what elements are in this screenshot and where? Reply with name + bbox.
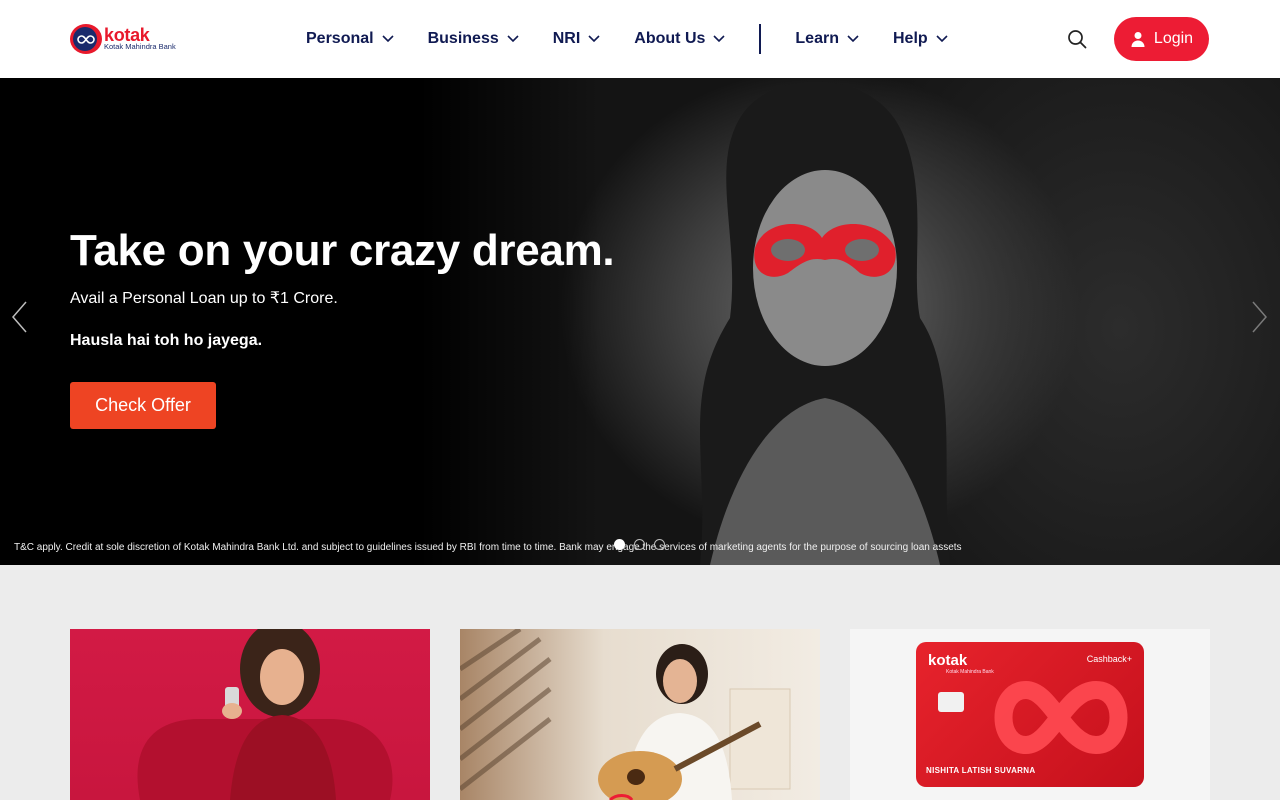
nav-business-label: Business: [427, 30, 499, 47]
infinity-graphic-icon: [994, 680, 1128, 755]
main-nav: Personal Business NRI About Us Learn Hel…: [306, 0, 982, 78]
chevron-down-icon: [847, 35, 859, 43]
hero-disclaimer: T&C apply. Credit at sole discretion of …: [14, 542, 962, 553]
promo-card-lifestyle[interactable]: [460, 629, 820, 800]
hero-tagline: Hausla hai toh ho jayega.: [70, 332, 263, 349]
user-icon: [1131, 32, 1145, 47]
nav-personal[interactable]: Personal: [306, 30, 394, 48]
nav-help-label: Help: [892, 30, 928, 47]
nav-learn-label: Learn: [795, 30, 839, 47]
search-icon[interactable]: [1066, 28, 1088, 50]
card-chip-icon: [938, 692, 964, 712]
nav-about-us[interactable]: About Us: [634, 30, 725, 48]
chevron-down-icon: [936, 35, 948, 43]
chevron-down-icon: [588, 35, 600, 43]
nav-nri[interactable]: NRI: [553, 30, 601, 48]
chevron-down-icon: [507, 35, 519, 43]
carousel-pagination: [614, 539, 674, 550]
card-brand-logo: kotak: [928, 652, 968, 669]
login-label: Login: [1153, 30, 1194, 47]
card-variant: Cashback+: [1086, 654, 1132, 664]
nav-personal-label: Personal: [306, 30, 374, 47]
kotak-logo[interactable]: kotak Kotak Mahindra Bank: [70, 24, 178, 56]
hero-backdrop: [0, 78, 600, 565]
woman-playing-guitar-image: [460, 629, 791, 800]
card-holder-name: NISHITA LATISH SUVARNA: [926, 766, 1036, 775]
check-offer-button[interactable]: Check Offer: [70, 382, 216, 429]
login-button[interactable]: Login: [1114, 17, 1209, 61]
chevron-down-icon: [713, 35, 725, 43]
chevron-down-icon: [382, 35, 394, 43]
nav-learn[interactable]: Learn: [795, 30, 859, 48]
hero-carousel: Take on your crazy dream. Avail a Person…: [0, 78, 1280, 565]
promo-card-mobile-banking[interactable]: [70, 629, 430, 800]
promo-card-credit-card[interactable]: kotak Kotak Mahindra Bank Cashback+ NISH…: [850, 629, 1210, 800]
site-header: kotak Kotak Mahindra Bank Personal Busin…: [0, 0, 1280, 78]
nav-about-us-label: About Us: [634, 30, 706, 47]
logo-subtitle: Kotak Mahindra Bank: [104, 42, 176, 51]
nav-divider: [759, 24, 762, 54]
carousel-dot-3[interactable]: [654, 539, 665, 550]
nav-business[interactable]: Business: [428, 30, 519, 48]
hero-title: Take on your crazy dream.: [70, 226, 615, 275]
woman-with-phone-image: [137, 629, 393, 800]
carousel-dot-2[interactable]: [634, 539, 645, 550]
chevron-left-icon[interactable]: [10, 300, 28, 334]
hero-woman-with-red-mask-image: [700, 81, 950, 565]
credit-card-image: kotak Kotak Mahindra Bank Cashback+ NISH…: [916, 642, 1144, 787]
kotak-infinity-icon: [70, 24, 102, 54]
chevron-right-icon[interactable]: [1251, 300, 1269, 334]
hero-subtitle: Avail a Personal Loan up to ₹1 Crore.: [70, 290, 338, 307]
carousel-dot-1[interactable]: [614, 539, 625, 550]
nav-help[interactable]: Help: [893, 30, 948, 48]
nav-nri-label: NRI: [552, 30, 581, 47]
